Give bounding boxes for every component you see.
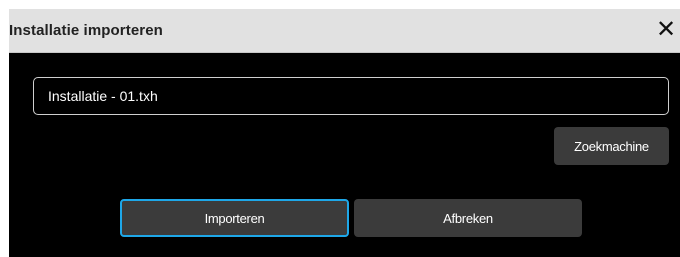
import-dialog: Installatie importeren ✕ Zoekmachine Imp… [9,9,680,257]
cancel-button[interactable]: Afbreken [354,199,582,237]
close-icon[interactable]: ✕ [654,16,678,44]
dialog-title: Installatie importeren [9,22,163,39]
dialog-titlebar: Installatie importeren ✕ [9,9,680,53]
file-name-field[interactable] [33,77,669,115]
import-button[interactable]: Importeren [120,199,349,237]
search-button[interactable]: Zoekmachine [554,127,669,165]
